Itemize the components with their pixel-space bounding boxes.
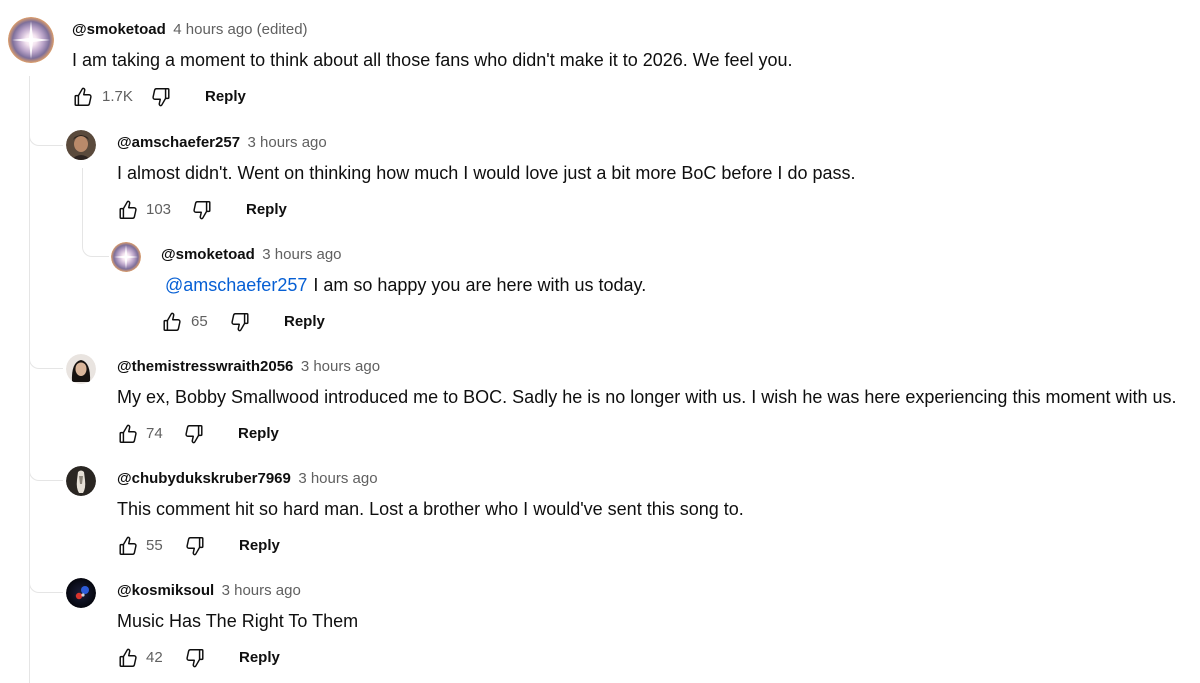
reply-button[interactable]: Reply xyxy=(284,312,325,332)
thread-branch xyxy=(29,335,63,369)
thread-branch xyxy=(29,447,63,481)
like-button[interactable] xyxy=(161,311,183,333)
like-count: 65 xyxy=(191,313,208,330)
comment-author[interactable]: @amschaefer257 xyxy=(117,134,240,151)
like-count: 1.7K xyxy=(102,88,133,105)
comment-text: My ex, Bobby Smallwood introduced me to … xyxy=(117,387,1177,407)
comment-author[interactable]: @themistresswraith2056 xyxy=(117,358,293,375)
comment-author[interactable]: @smoketoad xyxy=(72,21,166,38)
comment-text: I am so happy you are here with us today… xyxy=(313,275,647,295)
thumbs-up-icon xyxy=(117,199,139,221)
dislike-button[interactable] xyxy=(184,647,206,669)
thread-branch xyxy=(29,112,63,146)
thread-branch xyxy=(29,559,63,593)
sparkle-avatar[interactable] xyxy=(8,17,54,63)
comment-author[interactable]: @smoketoad xyxy=(161,246,255,263)
comment-text: I almost didn't. Went on thinking how mu… xyxy=(117,163,856,183)
sparkle-avatar[interactable] xyxy=(111,242,141,272)
like-count: 55 xyxy=(146,537,163,554)
thumbs-up-icon xyxy=(72,86,94,108)
thumbs-up-icon xyxy=(117,535,139,557)
reply-button[interactable]: Reply xyxy=(239,536,280,556)
comment-author[interactable]: @kosmiksoul xyxy=(117,582,214,599)
comment-timestamp[interactable]: 4 hours ago (edited) xyxy=(173,21,307,38)
thumbs-down-icon xyxy=(183,423,205,445)
thread-branch xyxy=(82,226,109,257)
dislike-button[interactable] xyxy=(184,535,206,557)
like-count: 103 xyxy=(146,201,172,218)
thumbs-up-icon xyxy=(117,423,139,445)
comment-text: Music Has The Right To Them xyxy=(117,611,359,631)
portrait-avatar[interactable] xyxy=(66,354,96,384)
comment-actions: 65 Reply xyxy=(161,308,646,338)
dislike-button[interactable] xyxy=(191,199,213,221)
reply-button[interactable]: Reply xyxy=(205,87,246,107)
comment-timestamp[interactable]: 3 hours ago xyxy=(301,358,380,375)
reply-button[interactable]: Reply xyxy=(246,200,287,220)
comment-actions: 103 Reply xyxy=(117,196,855,226)
thread-line xyxy=(82,168,83,228)
thumbs-down-icon xyxy=(184,535,206,557)
comment-timestamp[interactable]: 3 hours ago xyxy=(222,582,301,599)
reply-button[interactable]: Reply xyxy=(239,648,280,668)
like-button[interactable] xyxy=(117,199,139,221)
comment-actions: 55 Reply xyxy=(117,532,744,562)
like-button[interactable] xyxy=(117,535,139,557)
comment-actions: 42 Reply xyxy=(117,644,358,674)
comment-actions: 1.7K Reply xyxy=(72,83,793,113)
like-count: 42 xyxy=(146,649,163,666)
comment-timestamp[interactable]: 3 hours ago xyxy=(262,246,341,263)
comment-text: This comment hit so hard man. Lost a bro… xyxy=(117,499,744,519)
thread-line xyxy=(29,76,30,683)
dislike-button[interactable] xyxy=(150,86,172,108)
figure-avatar[interactable] xyxy=(66,466,96,496)
mention-link[interactable]: @amschaefer257 xyxy=(165,275,307,295)
dislike-button[interactable] xyxy=(183,423,205,445)
like-count: 74 xyxy=(146,425,163,442)
comment-actions: 74 Reply xyxy=(117,420,1177,450)
thumbs-down-icon xyxy=(229,311,251,333)
comment-author[interactable]: @chubydukskruber7969 xyxy=(117,470,291,487)
thumbs-up-icon xyxy=(161,311,183,333)
thumbs-down-icon xyxy=(184,647,206,669)
dark-orb-avatar[interactable] xyxy=(66,578,96,608)
thumbs-up-icon xyxy=(117,647,139,669)
portrait-avatar[interactable] xyxy=(66,130,96,160)
thumbs-down-icon xyxy=(150,86,172,108)
dislike-button[interactable] xyxy=(229,311,251,333)
like-button[interactable] xyxy=(117,647,139,669)
like-button[interactable] xyxy=(72,86,94,108)
comment-timestamp[interactable]: 3 hours ago xyxy=(298,470,377,487)
reply-button[interactable]: Reply xyxy=(238,424,279,444)
comment-text: I am taking a moment to think about all … xyxy=(72,50,793,70)
like-button[interactable] xyxy=(117,423,139,445)
comment-timestamp[interactable]: 3 hours ago xyxy=(248,134,327,151)
thumbs-down-icon xyxy=(191,199,213,221)
